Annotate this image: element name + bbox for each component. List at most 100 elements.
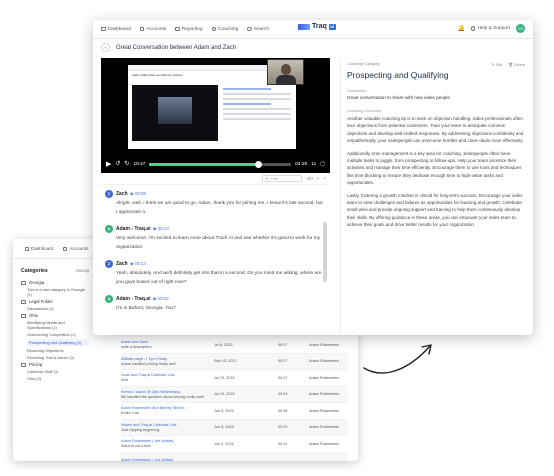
clip-title-link[interactable]: Adam Rubenstein and Barney Stinfon (121, 406, 214, 410)
media-column: Adam Rubenstein and Barney Stinson ▶ ↺ ↻… (101, 58, 330, 335)
back-nav-accounts[interactable]: Accounts (63, 246, 88, 251)
manage-link[interactable]: Manag (76, 268, 89, 274)
speaker-row: Z Zach ▶ 00:14 (105, 260, 324, 268)
category-folder[interactable]: Legal Folder (21, 299, 89, 304)
recordings-table: Adam and Zach write a description Jul 6, 2… (121, 337, 348, 461)
playback-speed[interactable]: 1x (311, 162, 316, 167)
table-row[interactable]: Kemon / Adam @ 2pm Wednesday Bill handled… (121, 386, 348, 403)
category-item[interactable]: California Stuff (1) (27, 369, 89, 374)
find-input[interactable]: ⚲ Find (262, 175, 303, 182)
clip-title-link[interactable]: Kemon / Adam @ 2pm Wednesday (121, 390, 214, 394)
category-item[interactable]: Resolving Trial & Issues (1) (27, 355, 89, 360)
transcript-scrollbar[interactable] (323, 222, 327, 282)
table-row[interactable]: Noah and Traq.ai Calendar Link Noh Jul 13,… (121, 370, 348, 387)
category-folder[interactable]: Pricing (21, 362, 89, 367)
folder-icon (21, 313, 26, 318)
find-count: 0/0 (306, 176, 313, 181)
category-label: Coaching Category (347, 62, 380, 66)
transcript-entry: A Adam - Traq.ai ▶ 00:13 Very welcome. I'm … (105, 225, 324, 252)
speaker-row: A Adam - Traq.ai ▶ 00:13 (105, 225, 324, 233)
nav-coaching[interactable]: Coaching (211, 27, 238, 32)
transcript-entry: A Adam - Traq.ai ▶ 00:22 I'm in Buford, Geo… (105, 295, 324, 314)
owner-cell: Adam Rubenstein (309, 359, 340, 364)
date-cell: Jul 6, 2022 (214, 342, 233, 347)
chevron-down-icon[interactable]: ˅ (323, 176, 326, 181)
date-cell: Jun 8, 2022 (214, 408, 234, 413)
transcript-text: Very welcome. I'm excited to learn more … (116, 236, 321, 250)
coaching-details-panel: Coaching Category ✎ Edit 🗑 Delete Prospe… (340, 58, 525, 335)
help-support-link[interactable]: Help & Support (470, 26, 510, 31)
date-cell: Jun 2, 2022 (214, 441, 234, 446)
clip-title-link[interactable]: Adam and Zach (121, 340, 214, 344)
clip-cell: Naomi and Traq.ai Calendar Link Just clip… (121, 423, 214, 432)
folder-icon (21, 362, 26, 367)
search-icon: ⚲ (265, 176, 269, 181)
category-item[interactable]: Prospecting and Qualifying (1) (27, 339, 89, 346)
table-row[interactable]: Adam Rubenstein | Joe Activity (121, 452, 348, 461)
nav-reporting[interactable]: Reporting (175, 27, 203, 32)
nav-accounts[interactable]: Accounts (139, 27, 166, 32)
transcript-text: Alright, well, I think we are good to go… (116, 201, 323, 215)
brand-logo[interactable]: Traq ai (298, 23, 336, 30)
bell-icon[interactable]: 🔔 (457, 25, 464, 32)
clip-title-link[interactable]: Adam Rubenstein | Joe Activity (121, 439, 214, 443)
clip-title-link[interactable]: Naomi and Traq.ai Calendar Link (121, 423, 214, 427)
categories-sidebar: Categories Manag Georgia This is a new ca… (13, 260, 97, 461)
clip-cell: Adam and Zach write a description (121, 340, 214, 349)
conversation-detail-window: Dashboard Accounts Reporting Coaching Se… (93, 20, 533, 335)
date-cell: Jul 13, 2022 (214, 375, 235, 380)
categories-header: Categories Manag (21, 268, 89, 274)
nav-dashboard[interactable]: Dashboard (101, 27, 131, 32)
delete-button[interactable]: 🗑 Delete (508, 62, 525, 67)
edit-button[interactable]: ✎ Edit (491, 62, 502, 67)
category-item[interactable]: Ohio (2) (27, 376, 89, 381)
play-icon[interactable]: ▶ (106, 161, 111, 168)
category-item[interactable]: Resolving Objections (27, 348, 89, 353)
table-row[interactable]: Naomi and Traq.ai Calendar Link Just clip… (121, 419, 348, 436)
category-item[interactable]: Overcoming Competition (1) (27, 332, 89, 337)
category-folder[interactable]: Georgia (21, 280, 89, 285)
category-item[interactable]: Discussions (1) (27, 306, 89, 311)
clip-title-link[interactable]: Adam Rubenstein | Joe Activity (121, 458, 214, 461)
current-time: 18:47 (133, 161, 146, 167)
chevron-up-icon[interactable]: ˄ (317, 176, 320, 181)
clip-title-link[interactable]: Affiliate page - I Tyrs Friday (121, 357, 214, 361)
transcript-list: Z Zach ▶ 00:08 Alright, well, I think we ar… (101, 185, 330, 335)
category-item[interactable]: Identifying Needs and Specifications (1) (27, 320, 89, 330)
rewind-icon[interactable]: ↺ (115, 161, 120, 167)
table-row[interactable]: Adam Rubenstein and Barney Stinfon Entire… (121, 403, 348, 420)
user-avatar[interactable]: CR (516, 24, 525, 33)
clip-title-link[interactable]: Noah and Traq.ai Calendar Link (121, 373, 214, 377)
timestamp-link[interactable]: ▶ 00:22 (153, 296, 168, 302)
clip-desc: write a description (121, 345, 152, 350)
back-button[interactable]: ‹ (101, 43, 110, 52)
timestamp-link[interactable]: ▶ 00:14 (131, 261, 146, 267)
back-nav-dashboard[interactable]: Dashboard (25, 246, 53, 251)
category-folder[interactable]: Ohio (21, 313, 89, 318)
duration-cell: 00:22 (278, 425, 288, 430)
speaker-avatar: A (105, 295, 113, 303)
inner-video-frame (132, 85, 218, 141)
transcript-text: Yeah, absolutely. And we'll definitely g… (116, 271, 322, 285)
timestamp-link[interactable]: ▶ 00:08 (131, 191, 146, 197)
video-player[interactable]: Adam Rubenstein and Barney Stinson ▶ ↺ ↻… (101, 58, 330, 173)
transcript-entry: Z Zach ▶ 00:14 Yeah, absolutely. And we'll … (105, 260, 324, 287)
progress-knob[interactable] (255, 160, 263, 168)
table-row[interactable]: Affiliate page - I Tyrs Friday Adam handl… (121, 353, 348, 370)
fullscreen-icon[interactable]: ▢ (320, 161, 325, 167)
inner-side-panel (223, 85, 291, 141)
nav-search[interactable]: Search (247, 27, 269, 32)
table-row[interactable]: Adam and Zach write a description Jul 6, 2… (121, 337, 348, 354)
category-item[interactable]: This is a new category in Georgia (1) (27, 287, 89, 297)
table-row[interactable]: Adam Rubenstein | Joe Activity Want to cu… (121, 436, 348, 453)
timestamp-link[interactable]: ▶ 00:13 (153, 226, 168, 232)
clip-cell: Noah and Traq.ai Calendar Link Noh (121, 373, 214, 382)
accounts-icon (63, 246, 68, 251)
speaker-name: Adam - Traq.ai (116, 226, 151, 232)
progress-bar[interactable] (149, 160, 292, 168)
clip-desc: Adam handled pricing really well (121, 361, 176, 366)
speaker-row: Z Zach ▶ 00:08 (105, 190, 324, 198)
forward-icon[interactable]: ↻ (124, 161, 129, 167)
clip-cell: Adam Rubenstein and Barney Stinfon Entire… (121, 406, 214, 415)
page-title: Great Conversation between Adam and Zach (116, 44, 237, 51)
